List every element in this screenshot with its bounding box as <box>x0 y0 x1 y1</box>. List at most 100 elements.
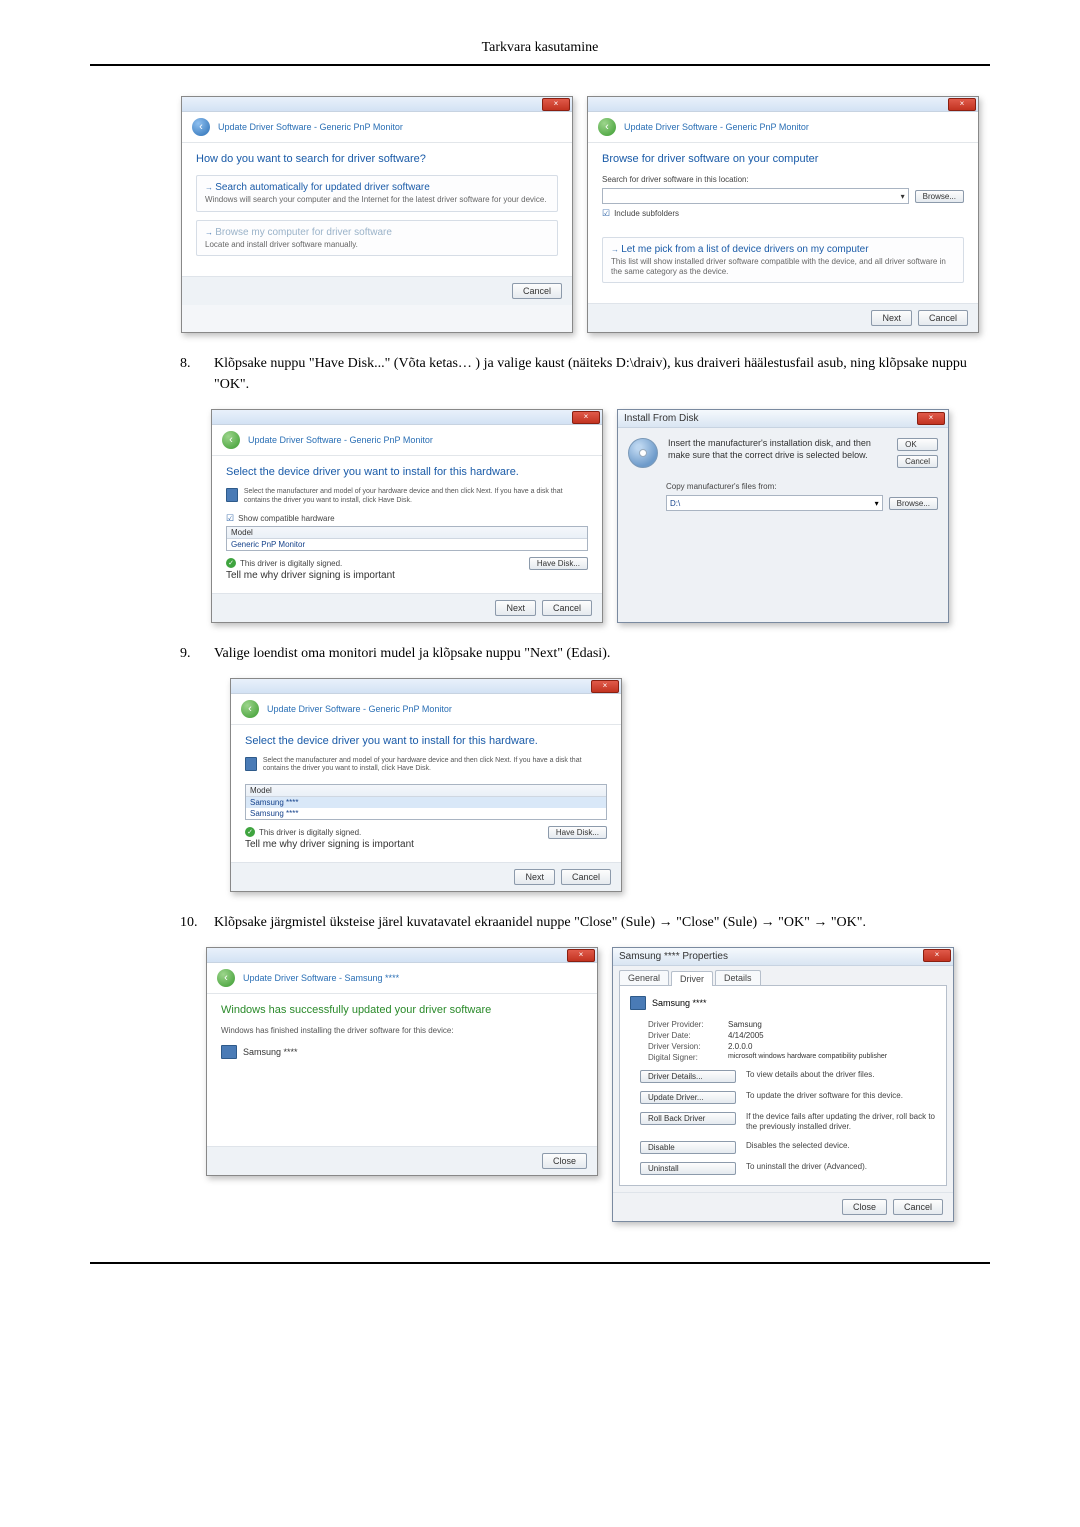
uninstall-button[interactable]: Uninstall <box>640 1162 736 1175</box>
monitor-icon <box>245 757 257 771</box>
disc-icon <box>628 438 658 468</box>
tab-general[interactable]: General <box>619 970 669 985</box>
device-name: Samsung **** <box>243 1047 298 1057</box>
step-number: 8. <box>180 353 214 395</box>
device-name: Samsung **** <box>652 998 707 1008</box>
rollback-driver-button[interactable]: Roll Back Driver <box>640 1112 736 1125</box>
close-icon[interactable]: × <box>572 411 600 424</box>
sub-description: Windows has finished installing the driv… <box>221 1026 583 1035</box>
page-header: Tarkvara kasutamine <box>90 40 990 66</box>
step-number: 10. <box>180 912 214 933</box>
heading: Select the device driver you want to ins… <box>226 466 588 478</box>
show-compatible-checkbox[interactable]: Show compatible hardware <box>226 513 588 524</box>
next-button[interactable]: Next <box>871 310 912 326</box>
titlebar: × <box>588 97 978 112</box>
crumb-label: Update Driver Software - Generic PnP Mon… <box>248 435 433 445</box>
kv-key: Digital Signer: <box>648 1053 728 1062</box>
crumb-label: Update Driver Software - Generic PnP Mon… <box>267 704 452 714</box>
kv-value: Samsung <box>728 1020 762 1029</box>
breadcrumb: ‹ Update Driver Software - Generic PnP M… <box>212 425 602 456</box>
back-icon[interactable]: ‹ <box>598 118 616 136</box>
signing-link[interactable]: Tell me why driver signing is important <box>245 839 414 850</box>
breadcrumb: ‹ Update Driver Software - Generic PnP M… <box>231 694 621 725</box>
close-icon[interactable]: × <box>567 949 595 962</box>
close-icon[interactable]: × <box>542 98 570 111</box>
option-pick-from-list[interactable]: Let me pick from a list of device driver… <box>602 237 964 283</box>
model-listbox[interactable]: Model Generic PnP Monitor <box>226 526 588 551</box>
cancel-button[interactable]: Cancel <box>897 455 938 468</box>
cancel-button[interactable]: Cancel <box>893 1199 943 1215</box>
path-dropdown[interactable]: ▾ <box>602 188 909 204</box>
heading: Browse for driver software on your compu… <box>602 153 964 165</box>
have-disk-button[interactable]: Have Disk... <box>529 557 588 570</box>
back-icon[interactable]: ‹ <box>241 700 259 718</box>
action-description: To view details about the driver files. <box>746 1070 936 1080</box>
list-item[interactable]: Generic PnP Monitor <box>227 539 587 550</box>
back-icon[interactable]: ‹ <box>222 431 240 449</box>
message: Insert the manufacturer's installation d… <box>668 438 887 468</box>
next-button[interactable]: Next <box>514 869 555 885</box>
heading: Windows has successfully updated your dr… <box>221 1004 583 1016</box>
crumb-label: Update Driver Software - Generic PnP Mon… <box>624 122 809 132</box>
monitor-icon <box>226 488 238 502</box>
action-description: To uninstall the driver (Advanced). <box>746 1162 936 1172</box>
cancel-button[interactable]: Cancel <box>561 869 611 885</box>
back-icon[interactable]: ‹ <box>192 118 210 136</box>
driver-search-dialog: × ‹ Update Driver Software - Generic PnP… <box>181 96 573 333</box>
cancel-button[interactable]: Cancel <box>512 283 562 299</box>
back-icon[interactable]: ‹ <box>217 969 235 987</box>
titlebar: × <box>182 97 572 112</box>
path-dropdown[interactable]: D:\▾ <box>666 495 883 511</box>
browse-dialog: × ‹ Update Driver Software - Generic PnP… <box>587 96 979 333</box>
cancel-button[interactable]: Cancel <box>542 600 592 616</box>
kv-key: Driver Provider: <box>648 1020 728 1029</box>
monitor-icon <box>221 1045 237 1059</box>
titlebar: × <box>212 410 602 425</box>
cancel-button[interactable]: Cancel <box>918 310 968 326</box>
browse-button[interactable]: Browse... <box>889 497 938 510</box>
titlebar: × <box>231 679 621 694</box>
step-text: Klõpsake järgmistel üksteise järel kuvat… <box>214 912 990 933</box>
column-header: Model <box>227 527 587 539</box>
action-description: Disables the selected device. <box>746 1141 936 1151</box>
driver-details-button[interactable]: Driver Details... <box>640 1070 736 1083</box>
close-icon[interactable]: × <box>591 680 619 693</box>
search-label: Search for driver software in this locat… <box>602 175 964 184</box>
include-subfolders-checkbox[interactable]: Include subfolders <box>602 208 964 219</box>
install-from-disk-dialog: Install From Disk× Insert the manufactur… <box>617 409 949 623</box>
kv-key: Driver Version: <box>648 1042 728 1051</box>
browse-button[interactable]: Browse... <box>915 190 964 203</box>
option-browse[interactable]: Browse my computer for driver software L… <box>196 220 558 257</box>
next-button[interactable]: Next <box>495 600 536 616</box>
copy-from-label: Copy manufacturer's files from: <box>666 482 938 491</box>
list-item[interactable]: Samsung **** <box>246 797 606 808</box>
disable-button[interactable]: Disable <box>640 1141 736 1154</box>
column-header: Model <box>246 785 606 797</box>
kv-value: 4/14/2005 <box>728 1031 764 1040</box>
model-listbox[interactable]: Model Samsung **** Samsung **** <box>245 784 607 820</box>
update-driver-button[interactable]: Update Driver... <box>640 1091 736 1104</box>
ok-button[interactable]: OK <box>897 438 938 451</box>
close-icon[interactable]: × <box>948 98 976 111</box>
close-button[interactable]: Close <box>842 1199 887 1215</box>
tab-driver[interactable]: Driver <box>671 971 713 986</box>
kv-value: 2.0.0.0 <box>728 1042 752 1051</box>
breadcrumb: ‹ Update Driver Software - Samsung **** <box>207 963 597 994</box>
signed-ok-icon: ✓ <box>226 558 236 568</box>
chevron-down-icon: ▾ <box>875 499 879 508</box>
heading: Select the device driver you want to ins… <box>245 735 607 747</box>
heading: How do you want to search for driver sof… <box>196 153 558 165</box>
step-number: 9. <box>180 643 214 664</box>
tab-details[interactable]: Details <box>715 970 761 985</box>
signing-link[interactable]: Tell me why driver signing is important <box>226 570 395 581</box>
list-item[interactable]: Samsung **** <box>246 808 606 819</box>
step-text: Klõpsake nuppu "Have Disk..." (Võta keta… <box>214 353 990 395</box>
crumb-label: Update Driver Software - Generic PnP Mon… <box>218 122 403 132</box>
close-button[interactable]: Close <box>542 1153 587 1169</box>
close-icon[interactable]: × <box>917 412 945 425</box>
have-disk-button[interactable]: Have Disk... <box>548 826 607 839</box>
option-search-auto[interactable]: Search automatically for updated driver … <box>196 175 558 212</box>
close-icon[interactable]: × <box>923 949 951 962</box>
action-description: To update the driver software for this d… <box>746 1091 936 1101</box>
titlebar: Install From Disk× <box>618 410 948 428</box>
